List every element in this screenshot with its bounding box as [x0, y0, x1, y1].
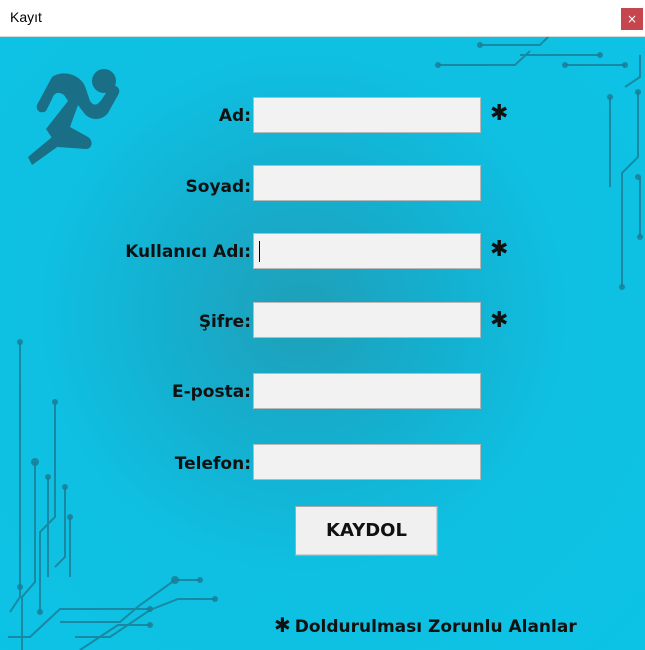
label-eposta: E-posta:: [171, 382, 251, 402]
required-fields-note: ✱ Doldurulması Zorunlu Alanlar: [274, 613, 577, 637]
label-soyad: Soyad:: [185, 177, 251, 197]
required-marker: ✱: [274, 613, 291, 637]
close-button[interactable]: ×: [621, 8, 643, 30]
close-icon: ×: [626, 12, 638, 26]
sifre-input[interactable]: [253, 302, 481, 338]
text-caret: [259, 241, 260, 262]
ad-input[interactable]: [253, 97, 481, 133]
eposta-input[interactable]: [253, 373, 481, 409]
soyad-input[interactable]: [253, 165, 481, 201]
required-marker: ✱: [490, 101, 509, 126]
kaydol-button[interactable]: KAYDOL: [295, 506, 438, 556]
required-marker: ✱: [490, 237, 509, 262]
label-sifre: Şifre:: [198, 312, 251, 332]
label-telefon: Telefon:: [174, 454, 251, 474]
window-title: Kayıt: [10, 9, 42, 25]
required-marker: ✱: [490, 308, 509, 333]
label-kullanici-adi: Kullanıcı Adı:: [125, 242, 251, 262]
label-ad: Ad:: [218, 106, 251, 126]
kullanici-adi-input[interactable]: [253, 233, 481, 269]
runner-logo-icon: [28, 69, 120, 165]
form-canvas: Ad: ✱ Soyad: Kullanıcı Adı: ✱ Şifre: ✱ E…: [0, 37, 645, 650]
title-bar: Kayıt ×: [0, 0, 645, 37]
required-note-text: Doldurulması Zorunlu Alanlar: [294, 617, 577, 637]
telefon-input[interactable]: [253, 444, 481, 480]
